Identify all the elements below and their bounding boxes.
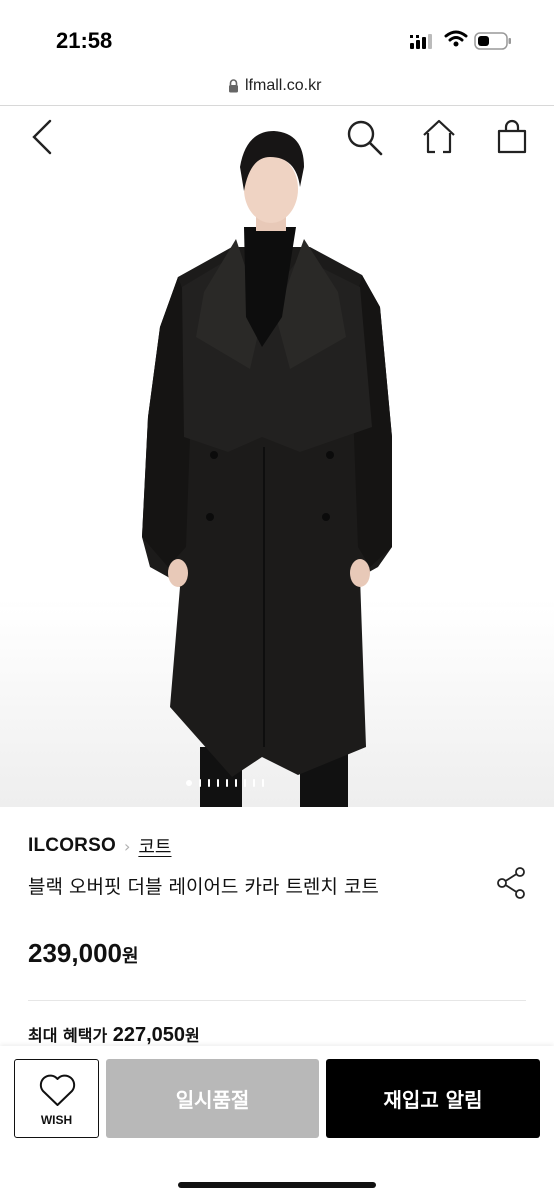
restock-alert-button[interactable]: 재입고 알림 (326, 1059, 540, 1138)
divider (28, 1000, 526, 1001)
pagination-dot[interactable] (226, 779, 228, 787)
status-bar: 21:58 (0, 0, 554, 72)
category-link[interactable]: 코트 (138, 833, 171, 859)
pagination-dot[interactable] (262, 779, 264, 787)
product-photo (0, 131, 554, 807)
product-title: 블랙 오버핏 더블 레이어드 카라 트렌치 코트 (28, 876, 379, 898)
url-text: lfmall.co.kr (245, 77, 322, 94)
wifi-icon (444, 30, 468, 47)
price-value: 239,000 (28, 938, 122, 968)
gallery-pagination[interactable] (186, 779, 264, 787)
breadcrumb: ILCORSO › 코트 (28, 833, 172, 859)
signal-icon (410, 34, 432, 49)
soldout-button[interactable]: 일시품절 (106, 1059, 319, 1138)
product-page: 21:58 lfmall.co.kr ILCORSO › 코트 블랙 오버핏 더… (0, 0, 554, 1200)
pagination-dot-active[interactable] (186, 780, 192, 786)
max-benefit-price: 최대 혜택가 227,050원 (28, 1022, 200, 1047)
benefit-price-unit: 원 (185, 1026, 200, 1045)
heart-icon (39, 1074, 76, 1106)
product-image[interactable] (0, 107, 554, 807)
back-icon[interactable] (30, 119, 54, 155)
wish-label: WISH (40, 1113, 73, 1127)
pagination-dot[interactable] (244, 779, 246, 787)
shopping-bag-icon[interactable] (496, 119, 528, 155)
browser-url-bar[interactable]: lfmall.co.kr (0, 72, 554, 106)
pagination-dot[interactable] (208, 779, 210, 787)
share-icon[interactable] (496, 866, 528, 900)
benefit-label: 최대 혜택가 (28, 1026, 108, 1045)
pagination-dot[interactable] (199, 779, 201, 787)
lock-icon (229, 79, 238, 93)
product-price: 239,000원 (28, 938, 139, 969)
wish-button[interactable]: WISH (14, 1059, 99, 1138)
pagination-dot[interactable] (253, 779, 255, 787)
pagination-dot[interactable] (235, 779, 237, 787)
chevron-right-icon: › (123, 836, 131, 856)
home-icon[interactable] (422, 119, 456, 155)
battery-icon (474, 32, 511, 50)
status-time: 21:58 (56, 28, 113, 53)
pagination-dot[interactable] (217, 779, 219, 787)
search-icon[interactable] (346, 119, 384, 157)
bottom-action-bar: WISH 일시품절 재입고 알림 (0, 1046, 554, 1200)
benefit-price-value: 227,050 (112, 1024, 186, 1046)
brand-name[interactable]: ILCORSO (28, 835, 116, 857)
price-unit: 원 (121, 946, 139, 967)
home-indicator[interactable] (178, 1182, 376, 1188)
